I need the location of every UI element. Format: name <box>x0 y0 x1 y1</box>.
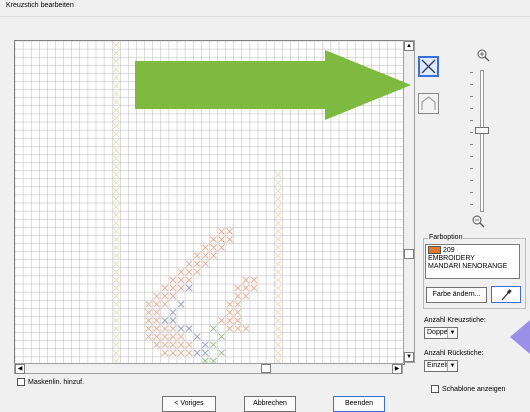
cross-count-label: Anzahl Kreuzstiche: <box>424 317 486 324</box>
eyedropper-button[interactable] <box>491 286 521 303</box>
zoom-tick <box>470 72 473 73</box>
eyedropper-icon <box>501 288 512 300</box>
color-option-legend: Farboption <box>428 234 464 241</box>
backstitch-tool-icon <box>421 96 436 110</box>
color-info-box: 209 EMBROIDERY MANDARI NENORANGE <box>425 244 520 279</box>
finish-button[interactable]: Beenden <box>333 396 385 412</box>
zoom-out-icon[interactable] <box>471 214 485 228</box>
zoom-tick <box>470 180 473 181</box>
cross-count-select[interactable]: Doppelt ▼ <box>424 327 458 339</box>
window-title: Kreuzstich bearbeiten <box>6 2 74 9</box>
mask-line-checkbox[interactable]: Maskenlin. hinzuf. <box>17 378 84 386</box>
zoom-tick <box>470 156 473 157</box>
mask-line-label: Maskenlin. hinzuf. <box>28 378 85 386</box>
color-code: 209 <box>443 246 455 254</box>
zoom-in-icon[interactable] <box>476 48 490 62</box>
callout-arrow-icon <box>135 50 411 120</box>
zoom-slider-ticks <box>470 72 478 212</box>
zoom-tick <box>470 204 473 205</box>
zoom-tick <box>470 132 473 133</box>
scroll-left-button[interactable]: ◀ <box>15 364 25 374</box>
title-divider <box>0 16 530 17</box>
cross-stitch-tool-button[interactable] <box>418 56 439 77</box>
zoom-tick <box>470 144 473 145</box>
zoom-slider-track[interactable] <box>480 70 484 212</box>
checkbox-box[interactable] <box>17 378 25 386</box>
show-template-label: Schablone anzeigen <box>442 385 506 393</box>
color-name: MANDARI NENORANGE <box>428 262 508 270</box>
zoom-tick <box>470 108 473 109</box>
zoom-tick <box>470 168 473 169</box>
horizontal-scrollbar[interactable]: ◀ ▶ <box>14 363 403 374</box>
previous-button[interactable]: < Voriges <box>162 396 216 412</box>
chevron-down-icon: ▼ <box>447 328 457 338</box>
show-template-checkbox[interactable]: Schablone anzeigen <box>431 385 505 393</box>
chevron-down-icon: ▼ <box>447 361 457 371</box>
zoom-tick <box>470 120 473 121</box>
change-color-button[interactable]: Farbe ändern... <box>426 287 487 303</box>
horizontal-scroll-thumb[interactable] <box>261 364 271 373</box>
color-brand: EMBROIDERY <box>428 254 475 262</box>
color-swatch <box>428 246 441 254</box>
scroll-down-button[interactable]: ▼ <box>404 352 414 362</box>
zoom-tick <box>470 192 473 193</box>
side-callout-arrow-icon <box>510 320 530 354</box>
backstitch-tool-button[interactable] <box>418 93 439 114</box>
cross-stitch-tool-icon <box>421 59 436 74</box>
zoom-slider-thumb[interactable] <box>475 126 489 134</box>
back-count-select[interactable]: Einzeln ▼ <box>424 360 458 372</box>
cancel-button[interactable]: Abbrechen <box>244 396 296 412</box>
scroll-right-button[interactable]: ▶ <box>392 364 402 374</box>
checkbox-box[interactable] <box>431 385 439 393</box>
zoom-tick <box>470 96 473 97</box>
zoom-tick <box>470 84 473 85</box>
back-count-label: Anzahl Rückstiche: <box>424 350 484 357</box>
vertical-scroll-thumb[interactable] <box>404 249 414 259</box>
